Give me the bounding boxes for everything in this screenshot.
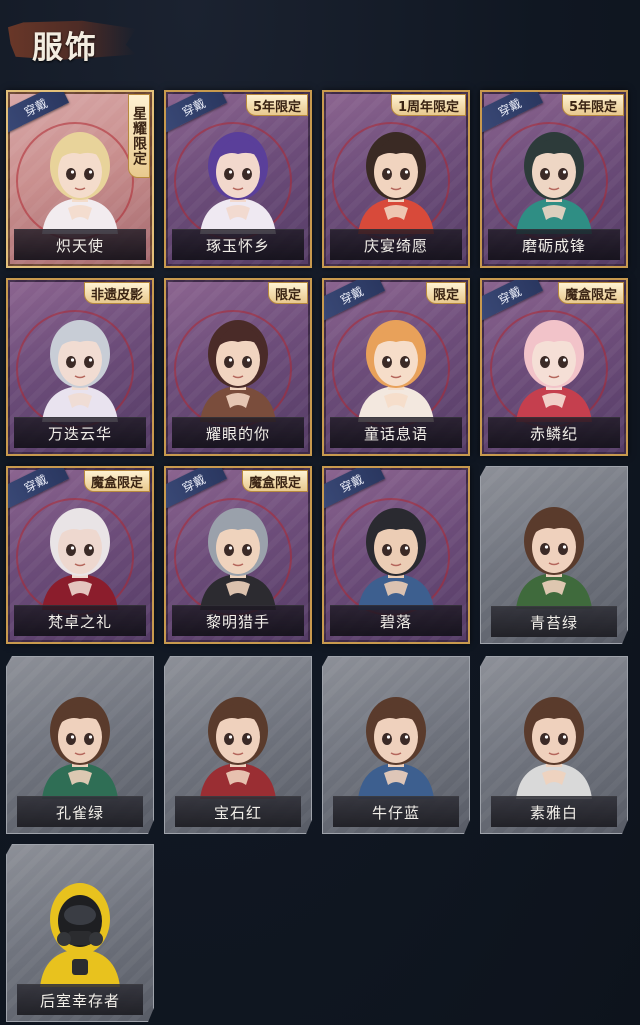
character-portrait [186,114,290,234]
costume-name: 琢玉怀乡 [172,229,304,260]
costume-card[interactable]: 穿戴 星耀限定 炽天使 [6,90,154,268]
character-portrait [344,114,448,234]
costume-name: 万迭云华 [14,417,146,448]
costume-card[interactable]: 素雅白 [480,656,628,834]
costume-card[interactable]: 宝石红 [164,656,312,834]
limited-edition-badge: 魔盒限定 [557,282,624,304]
costume-name: 庆宴绮愿 [330,229,462,260]
costume-name: 童话息语 [330,417,462,448]
section-header: 服饰 [8,12,136,66]
costume-card[interactable]: 后室幸存者 [6,844,154,1022]
character-portrait [344,490,448,610]
character-portrait [502,679,606,799]
costume-card[interactable]: 牛仔蓝 [322,656,470,834]
costume-card[interactable]: 穿戴 5年限定 琢玉怀乡 [164,90,312,268]
costume-page: 服饰 穿戴 星耀限定 炽天使 穿戴 5年限定 琢玉怀乡 1周年限定 庆宴绮愿 穿戴 5年限定 磨砺成… [0,0,640,1025]
costume-card[interactable]: 穿戴 魔盒限定 梵卓之礼 [6,466,154,644]
character-portrait [344,679,448,799]
costume-card[interactable]: 孔雀绿 [6,656,154,834]
costume-name: 耀眼的你 [172,417,304,448]
costume-name: 素雅白 [491,796,617,827]
character-portrait [186,679,290,799]
costume-name: 孔雀绿 [17,796,143,827]
costume-card[interactable]: 穿戴 魔盒限定 黎明猎手 [164,466,312,644]
limited-edition-badge: 魔盒限定 [241,470,308,492]
limited-edition-badge: 魔盒限定 [83,470,150,492]
costume-name: 赤鳞纪 [488,417,620,448]
limited-edition-badge: 非遗皮影 [83,282,150,304]
hazmat-survivor-portrait [28,867,132,987]
costume-card[interactable]: 穿戴 5年限定 磨砺成锋 [480,90,628,268]
costume-name: 牛仔蓝 [333,796,459,827]
costume-card[interactable]: 青苔绿 [480,466,628,644]
costume-card[interactable]: 穿戴 魔盒限定 赤鳞纪 [480,278,628,456]
character-portrait [186,490,290,610]
character-portrait [28,302,132,422]
costume-name: 宝石红 [175,796,301,827]
limited-edition-badge: 星耀限定 [128,94,150,178]
costume-name: 碧落 [330,605,462,636]
limited-edition-badge: 限定 [425,282,466,304]
limited-edition-badge: 5年限定 [245,94,308,116]
limited-edition-badge: 5年限定 [561,94,624,116]
character-portrait [502,114,606,234]
character-portrait [186,302,290,422]
character-portrait [502,489,606,609]
costume-card[interactable]: 限定耀眼的你 [164,278,312,456]
costume-card[interactable]: 非遗皮影万迭云华 [6,278,154,456]
costume-name: 梵卓之礼 [14,605,146,636]
character-portrait [28,114,132,234]
costume-name: 炽天使 [14,229,146,260]
costume-card[interactable]: 穿戴 碧落 [322,466,470,644]
limited-edition-badge: 限定 [267,282,308,304]
costume-name: 后室幸存者 [17,984,143,1015]
character-portrait [28,490,132,610]
page-title: 服饰 [32,30,98,66]
limited-edition-badge: 1周年限定 [390,94,466,116]
character-portrait [502,302,606,422]
character-portrait [344,302,448,422]
costume-name: 黎明猎手 [172,605,304,636]
character-portrait [28,679,132,799]
costume-name: 磨砺成锋 [488,229,620,260]
costume-name: 青苔绿 [491,606,617,637]
costume-card[interactable]: 1周年限定庆宴绮愿 [322,90,470,268]
costume-card[interactable]: 穿戴 限定 童话息语 [322,278,470,456]
